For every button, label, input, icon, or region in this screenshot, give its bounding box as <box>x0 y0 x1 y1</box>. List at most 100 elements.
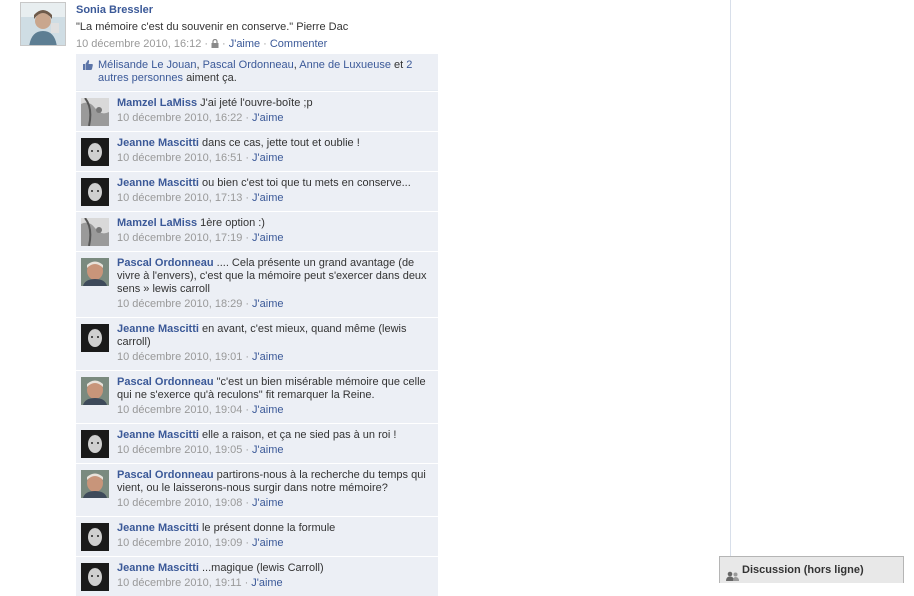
separator-dot: · <box>245 497 250 509</box>
likes-suffix: aiment ça. <box>186 72 237 84</box>
comment-item: Jeanne Mascitti le présent donne la form… <box>76 516 438 556</box>
comment-timestamp[interactable]: 10 décembre 2010, 16:22 <box>117 112 242 124</box>
comment-meta: 10 décembre 2010, 19:08 · J'aime <box>117 497 432 510</box>
comment-meta: 10 décembre 2010, 17:19 · J'aime <box>117 232 432 245</box>
separator-dot: · <box>245 152 250 164</box>
comment-avatar[interactable] <box>81 377 109 405</box>
comment-avatar[interactable] <box>81 523 109 551</box>
comment-timestamp[interactable]: 10 décembre 2010, 19:11 <box>117 577 242 589</box>
comment-meta: 10 décembre 2010, 18:29 · J'aime <box>117 298 432 311</box>
comment-avatar[interactable] <box>81 98 109 126</box>
comment-timestamp[interactable]: 10 décembre 2010, 19:01 <box>117 351 242 363</box>
comment-text: 1ère option :) <box>200 217 265 229</box>
comment-body: Mamzel LaMiss J'ai jeté l'ouvre-boîte ;p… <box>117 97 432 125</box>
comment-like-button[interactable]: J'aime <box>252 537 283 549</box>
thumbs-up-icon <box>82 59 94 71</box>
separator-dot: · <box>245 404 250 416</box>
comment-meta: 10 décembre 2010, 16:51 · J'aime <box>117 152 432 165</box>
comment-body: Jeanne Mascitti ou bien c'est toi que tu… <box>117 177 432 205</box>
comment-like-button[interactable]: J'aime <box>252 232 283 244</box>
comment-like-button[interactable]: J'aime <box>251 577 282 589</box>
comment-avatar[interactable] <box>81 178 109 206</box>
comment-meta: 10 décembre 2010, 17:13 · J'aime <box>117 192 432 205</box>
comment-text: elle a raison, et ça ne sied pas à un ro… <box>201 429 397 441</box>
liker-link[interactable]: Pascal Ordonneau <box>203 59 294 71</box>
comment-like-button[interactable]: J'aime <box>252 192 283 204</box>
comment-author-link[interactable]: Jeanne Mascitti <box>117 137 199 149</box>
comment-avatar[interactable] <box>81 470 109 498</box>
comment-meta: 10 décembre 2010, 19:01 · J'aime <box>117 351 432 364</box>
comment-author-link[interactable]: Mamzel LaMiss <box>117 217 197 229</box>
post-meta: 10 décembre 2010, 16:12 · · J'aime · Commente… <box>76 38 328 50</box>
comment-timestamp[interactable]: 10 décembre 2010, 19:08 <box>117 497 242 509</box>
comment-author-link[interactable]: Jeanne Mascitti <box>117 522 199 534</box>
lock-icon[interactable] <box>211 38 219 50</box>
likes-and: et <box>394 59 404 71</box>
post-timestamp[interactable]: 10 décembre 2010, 16:12 <box>76 38 201 50</box>
comment-item: Mamzel LaMiss 1ère option :) 10 décembre … <box>76 211 438 251</box>
separator-dot: · <box>245 537 250 549</box>
comment-meta: 10 décembre 2010, 19:11 · J'aime <box>117 577 432 590</box>
chat-bar[interactable]: Discussion (hors ligne) <box>719 556 904 583</box>
comment-timestamp[interactable]: 10 décembre 2010, 18:29 <box>117 298 242 310</box>
comment-button[interactable]: Commenter <box>270 38 327 50</box>
chat-label: Discussion (hors ligne) <box>742 564 864 576</box>
comment-item: Pascal Ordonneau partirons-nous à la rec… <box>76 463 438 516</box>
comment-text: dans ce cas, jette tout et oublie ! <box>201 137 360 149</box>
comment-body: Jeanne Mascitti dans ce cas, jette tout … <box>117 137 432 165</box>
post-author-link[interactable]: Sonia Bressler <box>76 4 153 16</box>
comment-item: Jeanne Mascitti ...magique (lewis Carrol… <box>76 556 438 596</box>
comment-like-button[interactable]: J'aime <box>252 152 283 164</box>
comment-timestamp[interactable]: 10 décembre 2010, 19:09 <box>117 537 242 549</box>
comment-avatar[interactable] <box>81 218 109 246</box>
separator-dot: · <box>245 298 250 310</box>
comment-body: Pascal Ordonneau partirons-nous à la rec… <box>117 469 432 510</box>
comment-author-link[interactable]: Pascal Ordonneau <box>117 376 214 388</box>
comment-body: Jeanne Mascitti elle a raison, et ça ne … <box>117 429 432 457</box>
comment-timestamp[interactable]: 10 décembre 2010, 19:04 <box>117 404 242 416</box>
comment-avatar[interactable] <box>81 324 109 352</box>
liker-link[interactable]: Mélisande Le Jouan <box>98 59 196 71</box>
comment-like-button[interactable]: J'aime <box>252 351 283 363</box>
comment-text: le présent donne la formule <box>201 522 336 534</box>
comment-text: ...magique (lewis Carroll) <box>201 562 324 574</box>
comment-body: Pascal Ordonneau .... Cela présente un g… <box>117 257 432 311</box>
comment-item: Jeanne Mascitti en avant, c'est mieux, q… <box>76 317 438 370</box>
comment-item: Mamzel LaMiss J'ai jeté l'ouvre-boîte ;p… <box>76 91 438 131</box>
separator-dot: · <box>245 112 250 124</box>
comment-item: Jeanne Mascitti elle a raison, et ça ne … <box>76 423 438 463</box>
separator-dot: · <box>245 192 250 204</box>
comment-avatar[interactable] <box>81 563 109 591</box>
comment-avatar[interactable] <box>81 138 109 166</box>
comment-like-button[interactable]: J'aime <box>252 497 283 509</box>
comment-avatar[interactable] <box>81 430 109 458</box>
post-message: "La mémoire c'est du souvenir en conserv… <box>76 21 349 33</box>
comment-item: Pascal Ordonneau .... Cela présente un g… <box>76 251 438 317</box>
comment-timestamp[interactable]: 10 décembre 2010, 19:05 <box>117 444 242 456</box>
column-divider <box>730 0 731 583</box>
comment-like-button[interactable]: J'aime <box>252 298 283 310</box>
comment-author-link[interactable]: Mamzel LaMiss <box>117 97 197 109</box>
comment-author-link[interactable]: Pascal Ordonneau <box>117 469 214 481</box>
comment-list: Mamzel LaMiss J'ai jeté l'ouvre-boîte ;p… <box>76 91 438 596</box>
chat-users-icon <box>726 565 740 581</box>
comment-author-link[interactable]: Jeanne Mascitti <box>117 323 199 335</box>
separator-dot: · <box>245 232 250 244</box>
comment-author-link[interactable]: Jeanne Mascitti <box>117 429 199 441</box>
comment-text: J'ai jeté l'ouvre-boîte ;p <box>200 97 313 109</box>
comment-like-button[interactable]: J'aime <box>252 404 283 416</box>
comment-author-link[interactable]: Pascal Ordonneau <box>117 257 214 269</box>
comment-timestamp[interactable]: 10 décembre 2010, 16:51 <box>117 152 242 164</box>
separator-dot: · <box>245 444 250 456</box>
avatar[interactable] <box>20 2 66 46</box>
comment-like-button[interactable]: J'aime <box>252 112 283 124</box>
comment-meta: 10 décembre 2010, 19:05 · J'aime <box>117 444 432 457</box>
liker-link[interactable]: Anne de Luxueuse <box>299 59 391 71</box>
comment-avatar[interactable] <box>81 258 109 286</box>
comment-like-button[interactable]: J'aime <box>252 444 283 456</box>
comment-author-link[interactable]: Jeanne Mascitti <box>117 562 199 574</box>
like-button[interactable]: J'aime <box>229 38 260 50</box>
comment-author-link[interactable]: Jeanne Mascitti <box>117 177 199 189</box>
comment-timestamp[interactable]: 10 décembre 2010, 17:13 <box>117 192 242 204</box>
comment-timestamp[interactable]: 10 décembre 2010, 17:19 <box>117 232 242 244</box>
